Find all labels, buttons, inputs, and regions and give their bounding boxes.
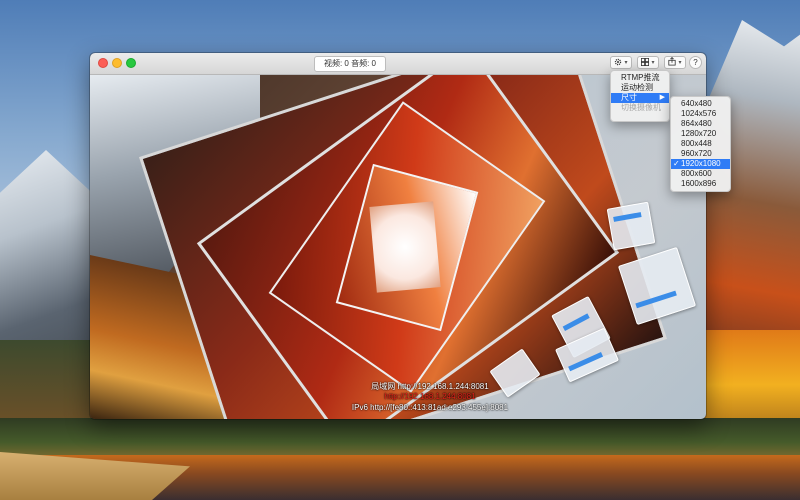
settings-menu-button[interactable]: ▾ — [610, 56, 632, 69]
lan-address-label: 局域网 http://192.168.1.244:8081 — [371, 382, 489, 391]
size-option[interactable]: 800x600 — [671, 169, 730, 179]
chevron-down-icon: ▾ — [624, 60, 628, 66]
layout-grid-icon — [641, 57, 650, 68]
layout-menu-button[interactable]: ▾ — [637, 56, 659, 69]
menu-item-size[interactable]: 尺寸 ▶ — [611, 93, 669, 103]
checkmark-icon: ✓ — [673, 159, 680, 168]
menu-item-label: 尺寸 — [621, 93, 637, 102]
size-option[interactable]: 864x480 — [671, 119, 730, 129]
size-option-label: 1600x896 — [681, 179, 717, 188]
menu-item-rtmp[interactable]: RTMP推流 — [611, 73, 669, 83]
zoom-button[interactable] — [126, 58, 136, 68]
size-option-label: 864x480 — [681, 119, 712, 128]
camera-feed: 局域网 http://192.168.1.244:8081 http://192… — [90, 75, 706, 419]
settings-dropdown-menu: RTMP推流 运动检测 尺寸 ▶ 切换摄像机 — [610, 70, 670, 122]
size-option[interactable]: 640x480 — [671, 99, 730, 109]
feedback-frame-5 — [369, 201, 441, 293]
wallpaper-treeline — [0, 418, 800, 458]
menu-item-label: 切换摄像机 — [621, 103, 661, 112]
menu-item-switch-camera: 切换摄像机 — [611, 103, 669, 113]
chevron-down-icon: ▾ — [651, 60, 655, 66]
minimize-button[interactable] — [112, 58, 122, 68]
size-option[interactable]: 1024x576 — [671, 109, 730, 119]
menu-item-motion-detection[interactable]: 运动检测 — [611, 83, 669, 93]
submenu-arrow-icon: ▶ — [659, 94, 665, 101]
size-option-label: 800x448 — [681, 139, 712, 148]
size-option[interactable]: 800x448 — [671, 139, 730, 149]
red-address-label: http://192.168.1.244:8081 — [384, 392, 476, 401]
chevron-down-icon: ▾ — [678, 60, 682, 66]
close-button[interactable] — [98, 58, 108, 68]
gear-icon — [614, 58, 622, 68]
size-option[interactable]: 1280x720 — [671, 129, 730, 139]
size-option-label: 640x480 — [681, 99, 712, 108]
size-option-label: 1920x1080 — [681, 159, 721, 168]
share-icon — [668, 56, 677, 68]
ipv6-address-label: IPv6 http://[fe80::413:81ad:e293:455e]:8… — [351, 403, 509, 412]
share-menu-button[interactable]: ▾ — [664, 56, 686, 69]
size-option-selected[interactable]: ✓ 1920x1080 — [671, 159, 730, 169]
wallpaper-hill-left — [0, 340, 100, 420]
size-option[interactable]: 960x720 — [671, 149, 730, 159]
size-option[interactable]: 1600x896 — [671, 179, 730, 189]
size-option-label: 800x600 — [681, 169, 712, 178]
menu-item-label: RTMP推流 — [621, 73, 660, 82]
help-button[interactable]: ? — [689, 56, 702, 69]
feedback-menu-echo — [606, 201, 656, 251]
menu-item-label: 运动检测 — [621, 83, 653, 92]
size-option-label: 1280x720 — [681, 129, 717, 138]
size-option-label: 960x720 — [681, 149, 712, 158]
av-stats-label: 视频: 0 音频: 0 — [314, 56, 386, 72]
size-option-label: 1024x576 — [681, 109, 717, 118]
size-submenu: 640x480 1024x576 864x480 1280x720 800x44… — [670, 96, 731, 192]
